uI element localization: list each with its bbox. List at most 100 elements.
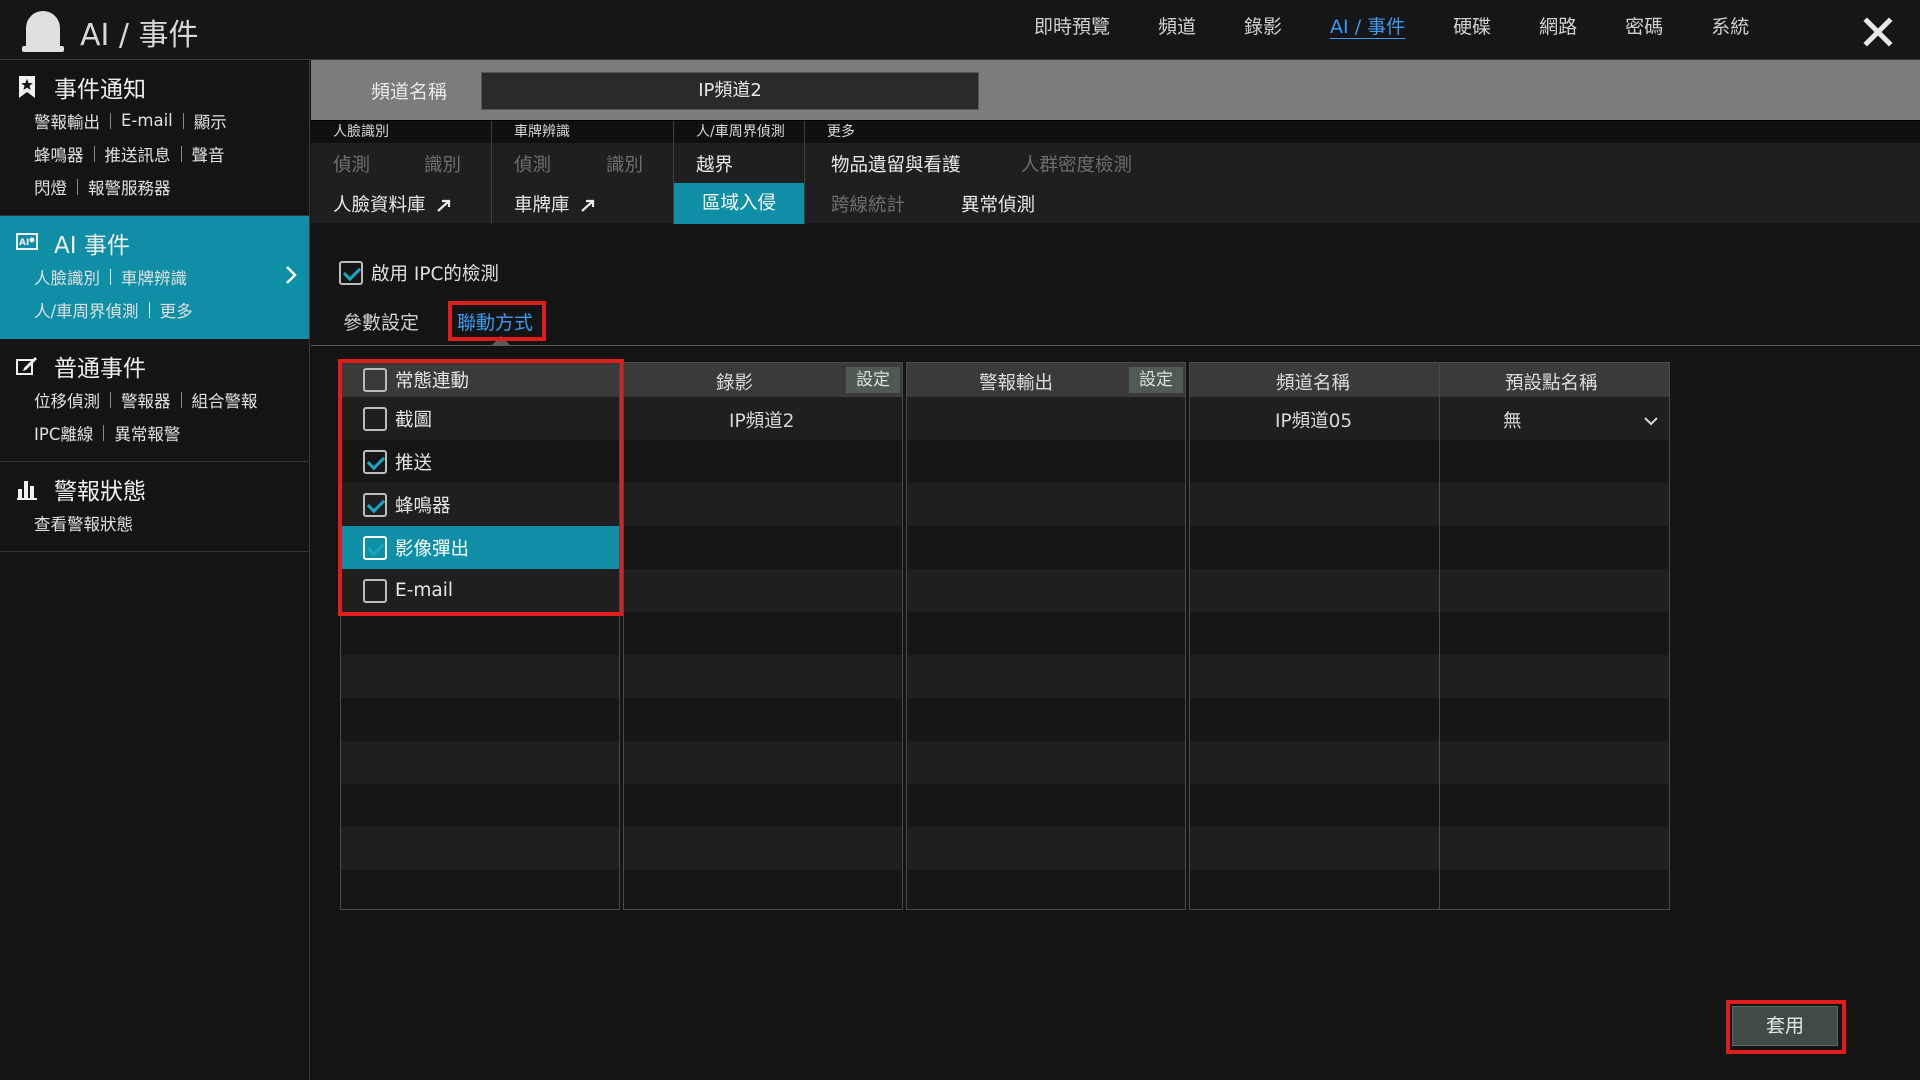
sidebar-link-perimeter[interactable]: 人/車周界偵測: [34, 298, 139, 322]
line-crossing-tab[interactable]: 越界: [696, 151, 733, 177]
linkage-item-push[interactable]: 推送: [341, 440, 619, 483]
sidebar-link-push[interactable]: 推送訊息: [105, 142, 171, 166]
linkage-header: 常態連動: [341, 363, 619, 397]
abnormal-detect-tab[interactable]: 異常偵測: [961, 191, 1035, 217]
sidebar-group-title: AI 事件: [54, 233, 130, 259]
linkage-header-label: 常態連動: [395, 371, 470, 392]
plate-database-link[interactable]: 車牌庫: [514, 191, 596, 217]
category-perimeter: 人/車周界偵測 越界 區域入侵: [674, 121, 805, 224]
nav-live-view[interactable]: 即時預覽: [1010, 0, 1134, 60]
sidebar-link-face[interactable]: 人臉識別: [34, 265, 100, 289]
linkage-item-popup-video[interactable]: 影像彈出: [341, 526, 619, 569]
sidebar-link-alarm-sensor[interactable]: 警報器: [121, 388, 171, 412]
face-recognize-tab[interactable]: 識別: [424, 151, 461, 177]
nav-password[interactable]: 密碼: [1601, 0, 1687, 60]
sidebar-link-alarm-output[interactable]: 警報輸出: [34, 109, 100, 133]
plate-recognize-tab[interactable]: 識別: [606, 151, 643, 177]
sidebar-link-buzzer[interactable]: 蜂鳴器: [34, 142, 84, 166]
channel-bar: 頻道名稱 IP頻道2: [311, 60, 1920, 120]
sidebar-group-alarm-status[interactable]: 警報狀態 查看警報狀態: [0, 462, 309, 552]
sidebar-link-more[interactable]: 更多: [160, 298, 193, 322]
enable-label: 啟用 IPC的檢測: [371, 264, 499, 285]
sidebar-group-title: 普通事件: [54, 356, 146, 382]
edit-icon: [16, 357, 37, 375]
object-left-tab[interactable]: 物品遺留與看護: [831, 151, 961, 177]
sidebar-link-email[interactable]: E-mail: [121, 111, 173, 130]
category-plate: 車牌辨識 偵測 識別 車牌庫: [492, 121, 674, 224]
email-checkbox[interactable]: [363, 578, 387, 603]
enable-checkbox[interactable]: [339, 261, 363, 285]
normal-linkage-checkbox[interactable]: [363, 368, 387, 392]
channel-select[interactable]: IP頻道2: [481, 72, 979, 110]
category-title: 人/車周界偵測: [674, 121, 804, 143]
sidebar-link-sound[interactable]: 聲音: [192, 142, 225, 166]
plate-detect-tab[interactable]: 偵測: [514, 151, 551, 177]
nav-record[interactable]: 錄影: [1220, 0, 1306, 60]
record-channel-cell: IP頻道2: [729, 411, 795, 432]
sidebar-link-ipc-offline[interactable]: IPC離線: [34, 421, 93, 445]
face-detect-tab[interactable]: 偵測: [333, 151, 370, 177]
category-more: 更多 物品遺留與看護 人群密度檢測 跨線統計 異常偵測: [805, 121, 1920, 224]
external-arrow-icon: [580, 199, 594, 212]
bookmark-icon: [19, 76, 35, 98]
buzzer-checkbox[interactable]: [363, 492, 387, 517]
sidebar-link-motion[interactable]: 位移偵測: [34, 388, 100, 412]
face-database-link[interactable]: 人臉資料庫: [333, 191, 452, 217]
nav-network[interactable]: 網路: [1515, 0, 1601, 60]
record-table: 錄影 設定 IP頻道2: [623, 362, 903, 910]
crowd-density-tab[interactable]: 人群密度檢測: [1021, 151, 1132, 177]
linkage-item-label: 蜂鳴器: [395, 495, 451, 517]
close-icon[interactable]: [1858, 12, 1898, 52]
sidebar-link-alarm-server[interactable]: 報警服務器: [88, 175, 171, 199]
popup-video-checkbox[interactable]: [363, 535, 387, 560]
sidebar-link-combined-alarm[interactable]: 組合警報: [192, 388, 258, 412]
nav-ai-event[interactable]: AI / 事件: [1306, 0, 1429, 60]
linkage-item-snapshot[interactable]: 截圖: [341, 397, 619, 440]
sidebar-group-ai-event[interactable]: AI AI 事件 人臉識別 車牌辨識 人/車周界偵測 更多: [0, 216, 309, 339]
sidebar-link-flash[interactable]: 閃燈: [34, 175, 67, 199]
apply-button[interactable]: 套用: [1732, 1006, 1838, 1046]
sidebar-group-general-event[interactable]: 普通事件 位移偵測 警報器 組合警報 IPC離線 異常報警: [0, 339, 309, 462]
linkage-item-label: 推送: [395, 452, 433, 474]
chevron-down-icon[interactable]: [1643, 415, 1659, 427]
sidebar-group-event-notify[interactable]: 事件通知 警報輸出 E-mail 顯示 蜂鳴器 推送訊息 聲音 閃燈 報警服務器: [0, 60, 309, 216]
sidebar-link-exception[interactable]: 異常報警: [114, 421, 180, 445]
chart-icon: [17, 481, 37, 500]
enable-ipc-detection[interactable]: 啟用 IPC的檢測: [339, 260, 499, 286]
nav-disk[interactable]: 硬碟: [1429, 0, 1515, 60]
preset-point-select[interactable]: 無: [1503, 407, 1522, 433]
linkage-item-label: 影像彈出: [395, 538, 470, 560]
alarm-output-header: 警報輸出: [979, 373, 1054, 394]
nav-system[interactable]: 系統: [1687, 0, 1773, 60]
sub-tabs: 參數設定 聯動方式: [311, 300, 1920, 346]
svg-text:AI: AI: [19, 238, 29, 248]
preset-table: 頻道名稱 預設點名稱 IP頻道05 無: [1189, 362, 1670, 910]
app-title: AI / 事件: [80, 18, 199, 53]
ai-category-bar: 人臉識別 偵測 識別 人臉資料庫 車牌辨識 偵測 識別 車牌庫 人/車周界偵測 …: [311, 120, 1920, 224]
nav-channel[interactable]: 頻道: [1134, 0, 1220, 60]
alarm-output-table: 警報輸出 設定: [906, 362, 1186, 910]
sidebar-link-view-alarm-status[interactable]: 查看警報狀態: [34, 511, 133, 535]
sidebar-link-display[interactable]: 顯示: [194, 109, 227, 133]
snapshot-checkbox[interactable]: [363, 406, 387, 431]
category-title: 更多: [805, 121, 1920, 143]
tab-parameters[interactable]: 參數設定: [343, 308, 419, 335]
line-count-tab[interactable]: 跨線統計: [831, 191, 905, 217]
main-panel: 頻道名稱 IP頻道2 人臉識別 偵測 識別 人臉資料庫 車牌辨識 偵測 識別 車…: [311, 60, 1920, 1080]
linkage-item-email[interactable]: E-mail: [341, 569, 619, 612]
preset-channel-header: 頻道名稱: [1276, 373, 1351, 394]
tab-linkage[interactable]: 聯動方式: [457, 308, 533, 335]
linkage-item-buzzer[interactable]: 蜂鳴器: [341, 483, 619, 526]
record-set-button[interactable]: 設定: [846, 367, 900, 393]
record-header: 錄影: [716, 373, 754, 394]
sidebar: 事件通知 警報輸出 E-mail 顯示 蜂鳴器 推送訊息 聲音 閃燈 報警服務器…: [0, 60, 310, 1080]
push-checkbox[interactable]: [363, 449, 387, 474]
sidebar-link-plate[interactable]: 車牌辨識: [121, 265, 187, 289]
region-intrusion-tab[interactable]: 區域入侵: [674, 183, 804, 224]
linkage-header-item[interactable]: 常態連動: [341, 359, 619, 401]
linkage-item-label: E-mail: [395, 580, 454, 601]
alarm-output-set-button[interactable]: 設定: [1129, 367, 1183, 393]
category-face: 人臉識別 偵測 識別 人臉資料庫: [311, 121, 492, 224]
linkage-item-label: 截圖: [395, 409, 433, 431]
active-tab-caret: [491, 336, 511, 346]
